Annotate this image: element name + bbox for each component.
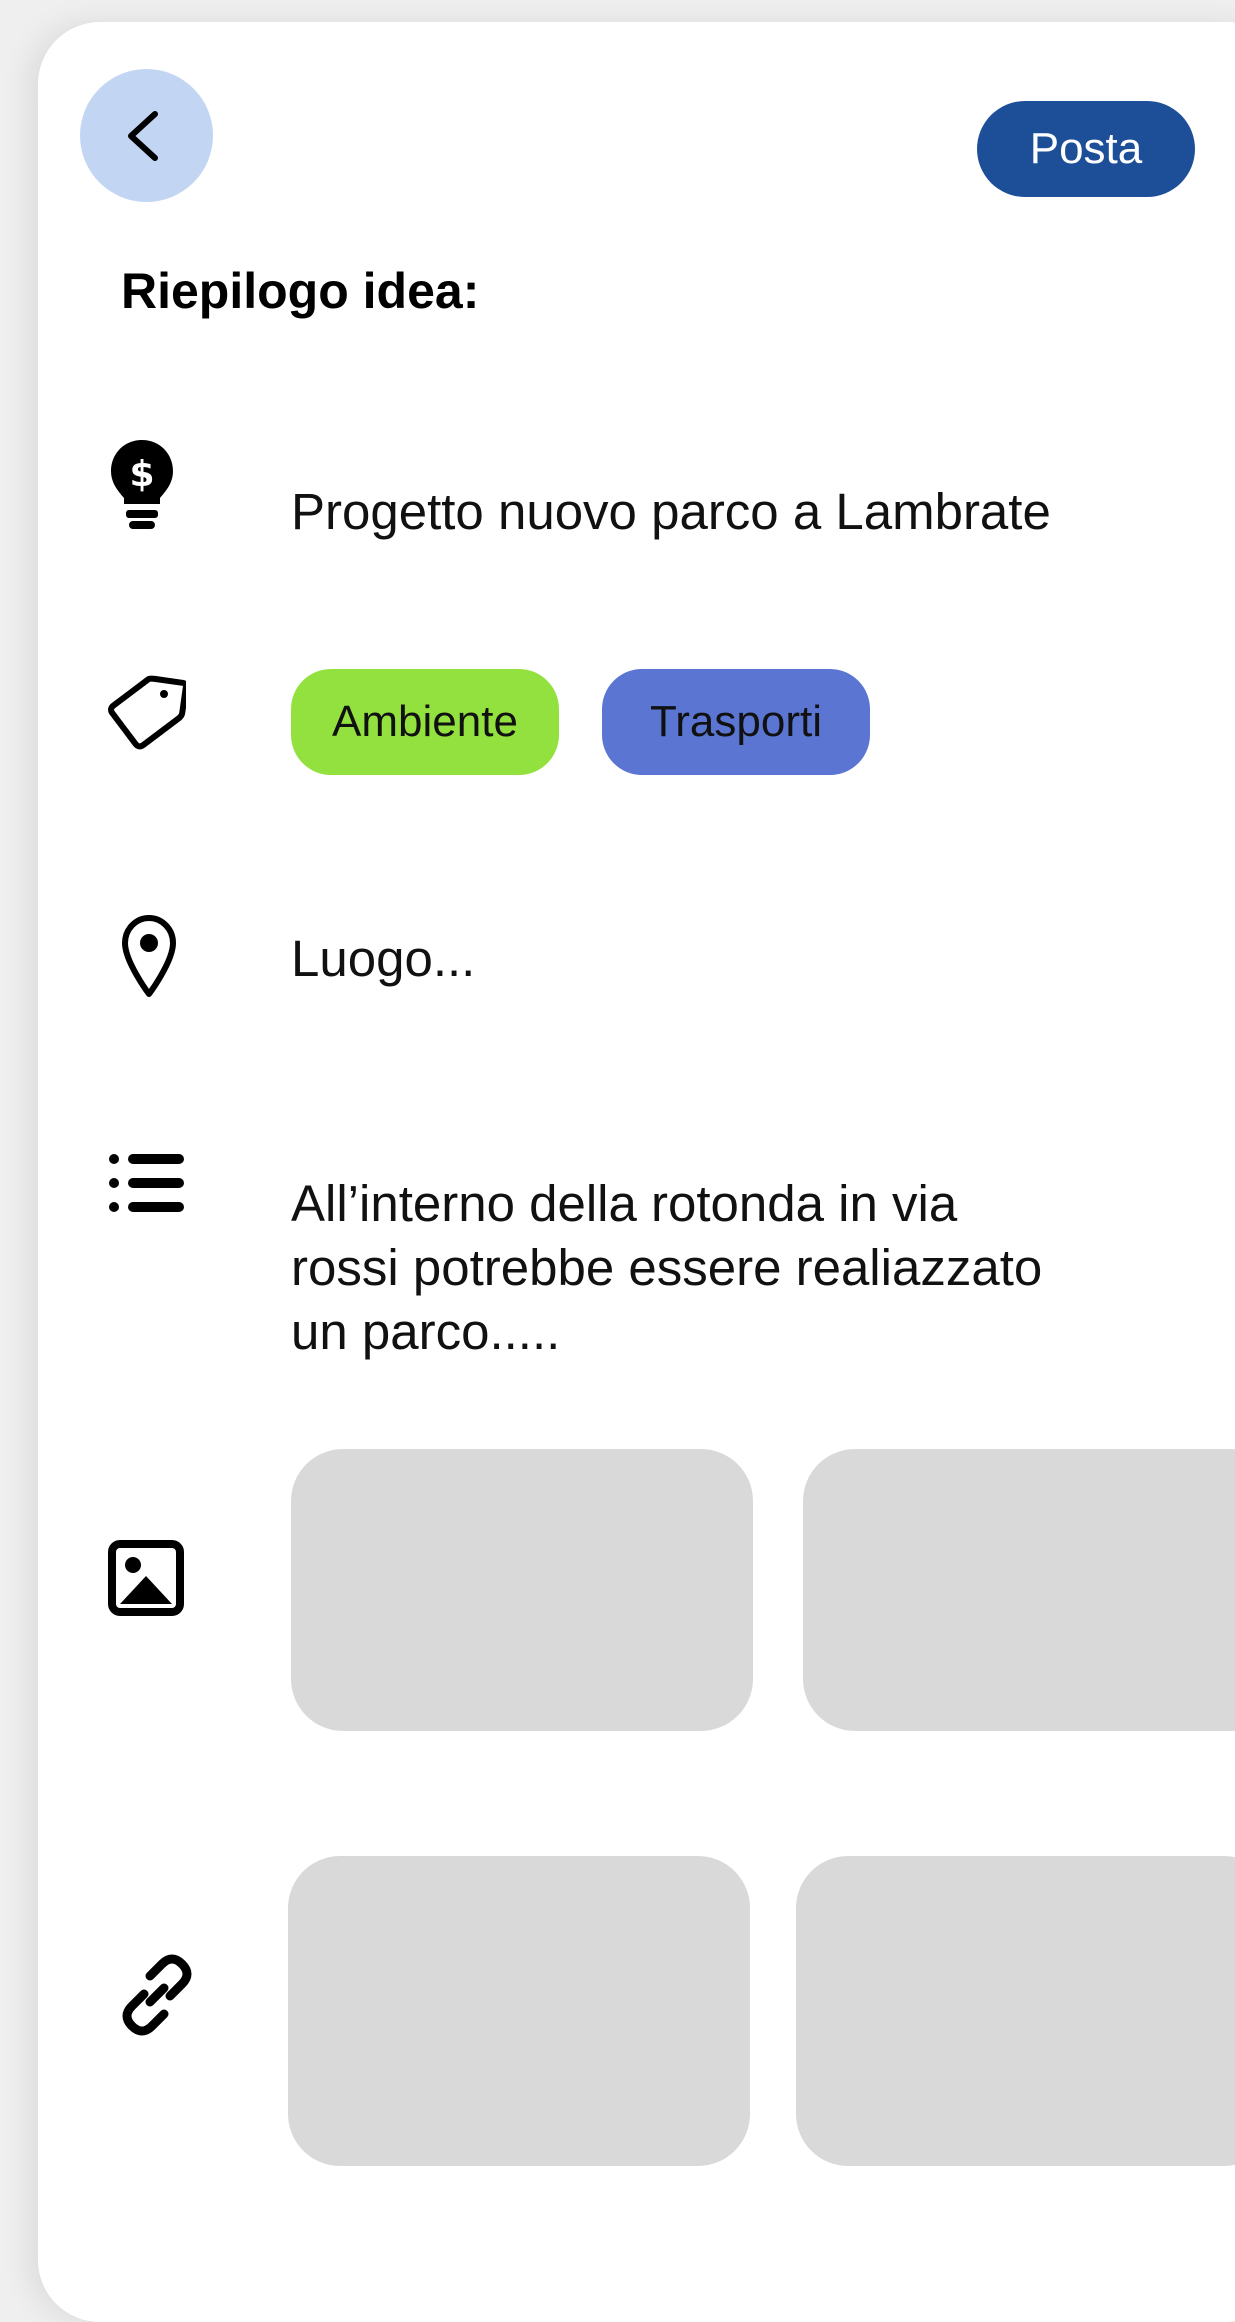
description-text: All’interno della rotonda in via rossi p… bbox=[291, 1172, 1042, 1364]
description-line: rossi potrebbe essere realiazzato bbox=[291, 1239, 1043, 1296]
idea-summary-card: Posta Riepilogo idea: $ Progetto nuovo p… bbox=[38, 22, 1235, 2322]
link-icon bbox=[114, 1952, 200, 2038]
description-line: All’interno della rotonda in via bbox=[291, 1175, 958, 1232]
lightbulb-dollar-icon: $ bbox=[106, 434, 178, 534]
image-icon bbox=[108, 1540, 184, 1616]
list-icon bbox=[108, 1152, 186, 1214]
location-field[interactable]: Luogo... bbox=[291, 927, 475, 991]
description-line: un parco..... bbox=[291, 1303, 561, 1360]
tag-chip-trasporti[interactable]: Trasporti bbox=[602, 669, 870, 775]
page-title: Riepilogo idea: bbox=[121, 263, 480, 319]
link-placeholder[interactable] bbox=[796, 1856, 1235, 2166]
map-pin-icon bbox=[120, 914, 178, 998]
chevron-left-icon bbox=[127, 110, 158, 161]
link-placeholder[interactable] bbox=[288, 1856, 750, 2166]
idea-title: Progetto nuovo parco a Lambrate bbox=[291, 483, 1051, 540]
tag-icon bbox=[106, 672, 186, 752]
image-placeholder[interactable] bbox=[803, 1449, 1235, 1731]
back-button[interactable] bbox=[80, 69, 213, 202]
tag-chip-ambiente[interactable]: Ambiente bbox=[291, 669, 559, 775]
svg-text:$: $ bbox=[129, 454, 154, 495]
image-placeholder[interactable] bbox=[291, 1449, 753, 1731]
post-button[interactable]: Posta bbox=[977, 101, 1195, 197]
